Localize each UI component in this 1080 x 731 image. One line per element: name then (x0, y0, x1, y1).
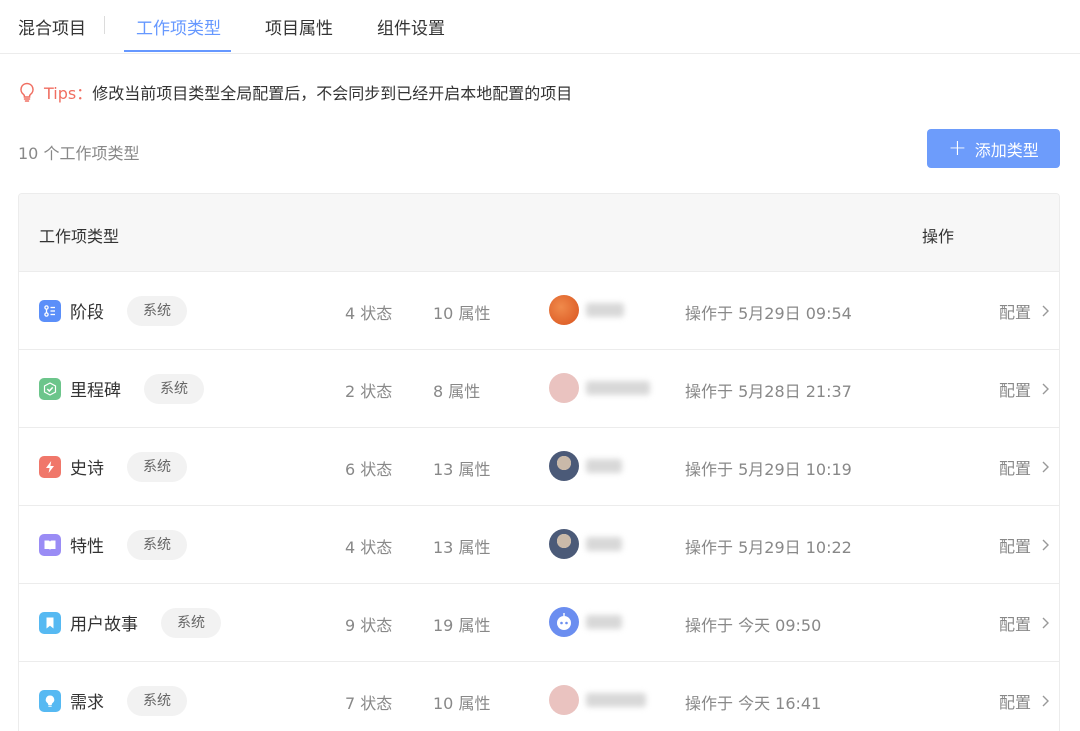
tab-divider (104, 16, 105, 34)
chevron-right-icon (1042, 305, 1050, 317)
avatar (549, 295, 579, 325)
milestone-check-icon (39, 378, 61, 400)
type-name: 用户故事 (70, 615, 138, 635)
table-row: 里程碑 系统 2 状态 8 属性 操作于 5月28日 21:37 配置 (19, 350, 1059, 428)
attribute-count: 13 属性 (433, 460, 491, 479)
state-count: 9 状态 (345, 616, 393, 635)
system-badge: 系统 (127, 530, 187, 560)
attribute-count: 19 属性 (433, 616, 491, 635)
configure-link[interactable]: 配置 (999, 377, 1050, 401)
avatar (549, 529, 579, 559)
avatar (549, 685, 579, 715)
type-name: 阶段 (70, 303, 104, 323)
configure-link[interactable]: 配置 (999, 455, 1050, 479)
configure-link[interactable]: 配置 (999, 299, 1050, 323)
type-name: 史诗 (70, 459, 104, 479)
avatar (549, 607, 579, 637)
attribute-count: 10 属性 (433, 304, 491, 323)
add-type-button[interactable]: + 添加类型 (927, 129, 1060, 168)
last-operated-time: 操作于 今天 09:50 (685, 616, 822, 635)
system-badge: 系统 (144, 374, 204, 404)
configure-label: 配置 (999, 615, 1032, 634)
configure-label: 配置 (999, 381, 1032, 400)
blurred-username (586, 459, 622, 473)
configure-label: 配置 (999, 537, 1032, 556)
plus-icon: + (948, 135, 967, 161)
avatar (549, 451, 579, 481)
table-row: 阶段 系统 4 状态 10 属性 操作于 5月29日 09:54 配置 (19, 272, 1059, 350)
stage-icon (39, 300, 61, 322)
tab-work-item-types[interactable]: 工作项类型 (136, 14, 221, 39)
add-type-label: 添加类型 (974, 140, 1039, 160)
feature-book-icon (39, 534, 61, 556)
blurred-username (586, 381, 650, 395)
table-row: 用户故事 系统 9 状态 19 属性 操作于 今天 09:50 配置 (19, 584, 1059, 662)
chevron-right-icon (1042, 461, 1050, 473)
tips-banner: Tips： 修改当前项目类型全局配置后，不会同步到已经开启本地配置的项目 (18, 80, 572, 104)
attribute-count: 8 属性 (433, 382, 481, 401)
system-badge: 系统 (127, 452, 187, 482)
chevron-right-icon (1042, 539, 1050, 551)
work-item-type-count: 10 个工作项类型 (18, 144, 140, 163)
state-count: 6 状态 (345, 460, 393, 479)
table-row: 特性 系统 4 状态 13 属性 操作于 5月29日 10:22 配置 (19, 506, 1059, 584)
system-badge: 系统 (127, 686, 187, 716)
table-row: 史诗 系统 6 状态 13 属性 操作于 5月29日 10:19 配置 (19, 428, 1059, 506)
last-operated-time: 操作于 今天 16:41 (685, 694, 822, 713)
tips-label: Tips： (44, 84, 93, 103)
chevron-right-icon (1042, 695, 1050, 707)
configure-link[interactable]: 配置 (999, 533, 1050, 557)
type-name: 里程碑 (70, 381, 121, 401)
configure-label: 配置 (999, 459, 1032, 478)
tab-mixed-project[interactable]: 混合项目 (18, 14, 86, 39)
state-count: 7 状态 (345, 694, 393, 713)
work-item-type-table: 工作项类型 操作 阶段 系统 4 状态 10 属性 操作于 5月29日 09:5… (18, 193, 1060, 731)
type-name: 需求 (70, 693, 104, 713)
header-type: 工作项类型 (39, 227, 120, 246)
table-header: 工作项类型 操作 (19, 194, 1059, 272)
lightbulb-icon (18, 82, 36, 102)
attribute-count: 13 属性 (433, 538, 491, 557)
last-operated-time: 操作于 5月28日 21:37 (685, 382, 852, 401)
requirement-bulb-icon (39, 690, 61, 712)
active-tab-indicator (124, 50, 231, 52)
attribute-count: 10 属性 (433, 694, 491, 713)
configure-link[interactable]: 配置 (999, 689, 1050, 713)
system-badge: 系统 (161, 608, 221, 638)
chevron-right-icon (1042, 617, 1050, 629)
avatar (549, 373, 579, 403)
header-action: 操作 (922, 227, 955, 246)
tab-project-attributes[interactable]: 项目属性 (265, 14, 333, 39)
type-name: 特性 (70, 537, 104, 557)
tab-bar: 混合项目 工作项类型 项目属性 组件设置 (0, 0, 1080, 54)
state-count: 2 状态 (345, 382, 393, 401)
chevron-right-icon (1042, 383, 1050, 395)
blurred-username (586, 693, 646, 707)
system-badge: 系统 (127, 296, 187, 326)
last-operated-time: 操作于 5月29日 10:22 (685, 538, 852, 557)
last-operated-time: 操作于 5月29日 10:19 (685, 460, 852, 479)
last-operated-time: 操作于 5月29日 09:54 (685, 304, 852, 323)
story-bookmark-icon (39, 612, 61, 634)
robot-avatar-icon (557, 613, 571, 630)
table-row: 需求 系统 7 状态 10 属性 操作于 今天 16:41 配置 (19, 662, 1059, 731)
blurred-username (586, 615, 622, 629)
configure-label: 配置 (999, 693, 1032, 712)
blurred-username (586, 303, 624, 317)
blurred-username (586, 537, 622, 551)
state-count: 4 状态 (345, 304, 393, 323)
tab-component-settings[interactable]: 组件设置 (377, 14, 445, 39)
epic-lightning-icon (39, 456, 61, 478)
configure-link[interactable]: 配置 (999, 611, 1050, 635)
configure-label: 配置 (999, 303, 1032, 322)
state-count: 4 状态 (345, 538, 393, 557)
tips-text: 修改当前项目类型全局配置后，不会同步到已经开启本地配置的项目 (92, 84, 573, 103)
